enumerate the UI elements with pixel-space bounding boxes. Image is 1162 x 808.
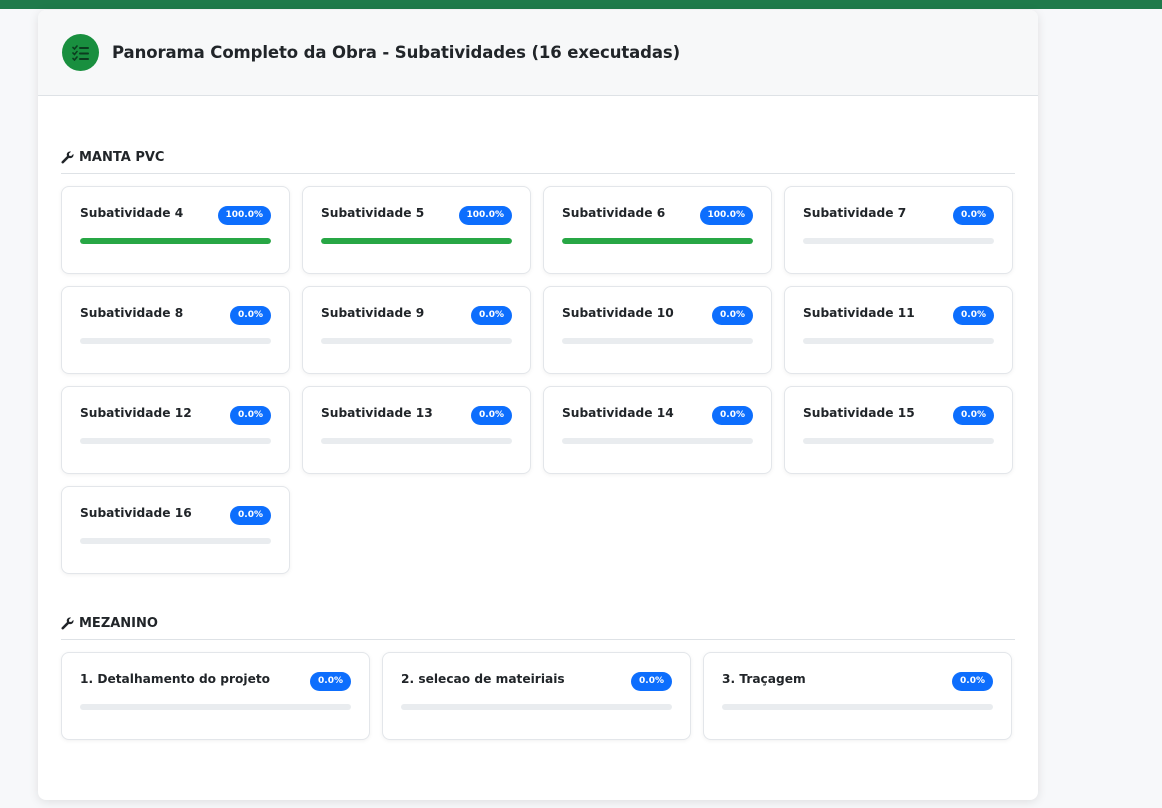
progress-bar xyxy=(80,338,271,344)
subactivity-name: Subatividade 16 xyxy=(80,506,192,520)
subactivity-card[interactable]: Subatividade 8 0.0% xyxy=(61,286,290,374)
subactivity-name: 1. Detalhamento do projeto xyxy=(80,672,271,686)
progress-bar xyxy=(321,338,512,344)
progress-bar xyxy=(803,438,994,444)
progress-bar-fill xyxy=(562,238,753,244)
progress-bar xyxy=(80,238,271,244)
subactivity-card[interactable]: Subatividade 14 0.0% xyxy=(543,386,772,474)
subactivity-card[interactable]: Subatividade 6 100.0% xyxy=(543,186,772,274)
progress-bar xyxy=(562,238,753,244)
subactivity-header: Subatividade 12 0.0% xyxy=(80,405,271,425)
subactivity-name: Subatividade 8 xyxy=(80,306,184,320)
subactivity-header: Subatividade 7 0.0% xyxy=(803,205,994,225)
subactivity-name: Subatividade 6 xyxy=(562,206,666,220)
subactivity-name: Subatividade 15 xyxy=(803,406,915,420)
subactivity-card[interactable]: Subatividade 16 0.0% xyxy=(61,486,290,574)
subactivity-name: Subatividade 11 xyxy=(803,306,915,320)
subactivity-header: Subatividade 8 0.0% xyxy=(80,305,271,325)
subactivity-card[interactable]: 2. selecao de mateiriais 0.0% xyxy=(382,652,691,740)
progress-badge: 0.0% xyxy=(310,672,351,691)
progress-bar xyxy=(80,704,351,710)
subactivity-card[interactable]: 3. Traçagem 0.0% xyxy=(703,652,1012,740)
subactivity-card[interactable]: Subatividade 15 0.0% xyxy=(784,386,1013,474)
subactivity-header: Subatividade 15 0.0% xyxy=(803,405,994,425)
progress-badge: 0.0% xyxy=(471,306,512,325)
progress-badge: 0.0% xyxy=(952,672,993,691)
subactivity-card[interactable]: Subatividade 10 0.0% xyxy=(543,286,772,374)
top-accent-bar xyxy=(0,0,1162,9)
progress-badge: 0.0% xyxy=(953,306,994,325)
progress-badge: 100.0% xyxy=(458,206,512,225)
progress-badge: 0.0% xyxy=(230,506,271,525)
progress-badge: 0.0% xyxy=(953,406,994,425)
section-title-label: MEZANINO xyxy=(79,616,158,631)
subactivity-header: Subatividade 6 100.0% xyxy=(562,205,753,225)
subactivity-header: Subatividade 5 100.0% xyxy=(321,205,512,225)
progress-bar xyxy=(321,438,512,444)
page-title: Panorama Completo da Obra - Subatividade… xyxy=(112,43,681,62)
subactivity-name: Subatividade 4 xyxy=(80,206,184,220)
progress-badge: 100.0% xyxy=(699,206,753,225)
subactivity-card[interactable]: 1. Detalhamento do projeto 0.0% xyxy=(61,652,370,740)
subactivity-card[interactable]: Subatividade 7 0.0% xyxy=(784,186,1013,274)
subactivity-name: Subatividade 9 xyxy=(321,306,425,320)
subactivity-header: Subatividade 13 0.0% xyxy=(321,405,512,425)
subactivity-card[interactable]: Subatividade 9 0.0% xyxy=(302,286,531,374)
progress-bar xyxy=(803,338,994,344)
subactivity-name: Subatividade 12 xyxy=(80,406,192,420)
subactivity-name: Subatividade 13 xyxy=(321,406,433,420)
wrench-icon xyxy=(61,617,74,630)
list-check-icon xyxy=(62,34,99,71)
subactivity-header: Subatividade 11 0.0% xyxy=(803,305,994,325)
subactivity-name: Subatividade 10 xyxy=(562,306,674,320)
progress-badge: 0.0% xyxy=(230,306,271,325)
progress-badge: 0.0% xyxy=(631,672,672,691)
progress-badge: 100.0% xyxy=(217,206,271,225)
progress-bar xyxy=(80,438,271,444)
subactivity-header: 1. Detalhamento do projeto 0.0% xyxy=(80,671,351,691)
subactivity-card[interactable]: Subatividade 12 0.0% xyxy=(61,386,290,474)
progress-bar xyxy=(401,704,672,710)
subactivity-header: Subatividade 4 100.0% xyxy=(80,205,271,225)
section-manta-pvc: MANTA PVC Subatividade 4 100.0% Subativida… xyxy=(61,148,1015,576)
subactivity-grid: 1. Detalhamento do projeto 0.0% 2. selecao… xyxy=(61,652,1015,742)
subactivity-name: Subatividade 7 xyxy=(803,206,907,220)
wrench-icon xyxy=(61,151,74,164)
subactivity-name: 2. selecao de mateiriais xyxy=(401,672,565,686)
progress-badge: 0.0% xyxy=(953,206,994,225)
subactivity-card[interactable]: Subatividade 4 100.0% xyxy=(61,186,290,274)
progress-badge: 0.0% xyxy=(230,406,271,425)
progress-bar xyxy=(562,438,753,444)
progress-bar xyxy=(722,704,993,710)
section-title: MANTA PVC xyxy=(61,148,1015,174)
progress-bar-fill xyxy=(321,238,512,244)
progress-badge: 0.0% xyxy=(471,406,512,425)
subactivity-name: 3. Traçagem xyxy=(722,672,806,686)
subactivity-card[interactable]: Subatividade 13 0.0% xyxy=(302,386,531,474)
progress-bar xyxy=(562,338,753,344)
subactivity-header: Subatividade 14 0.0% xyxy=(562,405,753,425)
progress-badge: 0.0% xyxy=(712,406,753,425)
progress-bar xyxy=(80,538,271,544)
progress-bar xyxy=(321,238,512,244)
subactivity-name: Subatividade 14 xyxy=(562,406,674,420)
subactivity-card[interactable]: Subatividade 5 100.0% xyxy=(302,186,531,274)
progress-bar-fill xyxy=(80,238,271,244)
subactivity-header: 2. selecao de mateiriais 0.0% xyxy=(401,671,672,691)
subactivity-header: Subatividade 9 0.0% xyxy=(321,305,512,325)
subactivity-grid: Subatividade 4 100.0% Subatividade 5 100.0%… xyxy=(61,186,1015,576)
subactivity-card[interactable]: Subatividade 11 0.0% xyxy=(784,286,1013,374)
progress-bar xyxy=(803,238,994,244)
subactivity-header: Subatividade 16 0.0% xyxy=(80,505,271,525)
section-mezanino: MEZANINO 1. Detalhamento do projeto 0.0% 2… xyxy=(61,614,1015,742)
card-header: Panorama Completo da Obra - Subatividade… xyxy=(38,10,1038,96)
overview-card: Panorama Completo da Obra - Subatividade… xyxy=(38,10,1038,800)
section-title: MEZANINO xyxy=(61,614,1015,640)
progress-badge: 0.0% xyxy=(712,306,753,325)
subactivity-header: Subatividade 10 0.0% xyxy=(562,305,753,325)
subactivity-name: Subatividade 5 xyxy=(321,206,425,220)
section-title-label: MANTA PVC xyxy=(79,150,165,165)
subactivity-header: 3. Traçagem 0.0% xyxy=(722,671,993,691)
